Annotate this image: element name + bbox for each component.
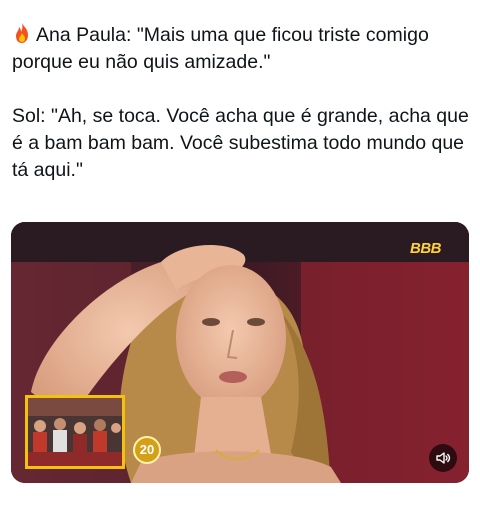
quote-text: "Ah, se toca. Você acha que é grande, ac… xyxy=(12,105,469,181)
speaker-name: Sol: xyxy=(12,105,46,127)
bbb-logo: BBB xyxy=(410,240,442,257)
fire-icon xyxy=(16,23,28,43)
quote-sol: Sol: "Ah, se toca. Você acha que é grand… xyxy=(12,103,472,184)
crowd-image xyxy=(28,398,122,466)
tweet-text: Ana Paula: "Mais uma que ficou triste co… xyxy=(12,22,472,184)
speaker-name: Ana Paula: xyxy=(36,24,132,46)
inset-thumbnail xyxy=(25,395,125,469)
age-rating-badge: 20 xyxy=(133,436,161,464)
mute-button[interactable] xyxy=(429,444,457,472)
quote-ana-paula: Ana Paula: "Mais uma que ficou triste co… xyxy=(12,22,472,76)
video-media[interactable]: BBB 20 xyxy=(11,222,469,483)
speaker-icon xyxy=(436,452,451,464)
